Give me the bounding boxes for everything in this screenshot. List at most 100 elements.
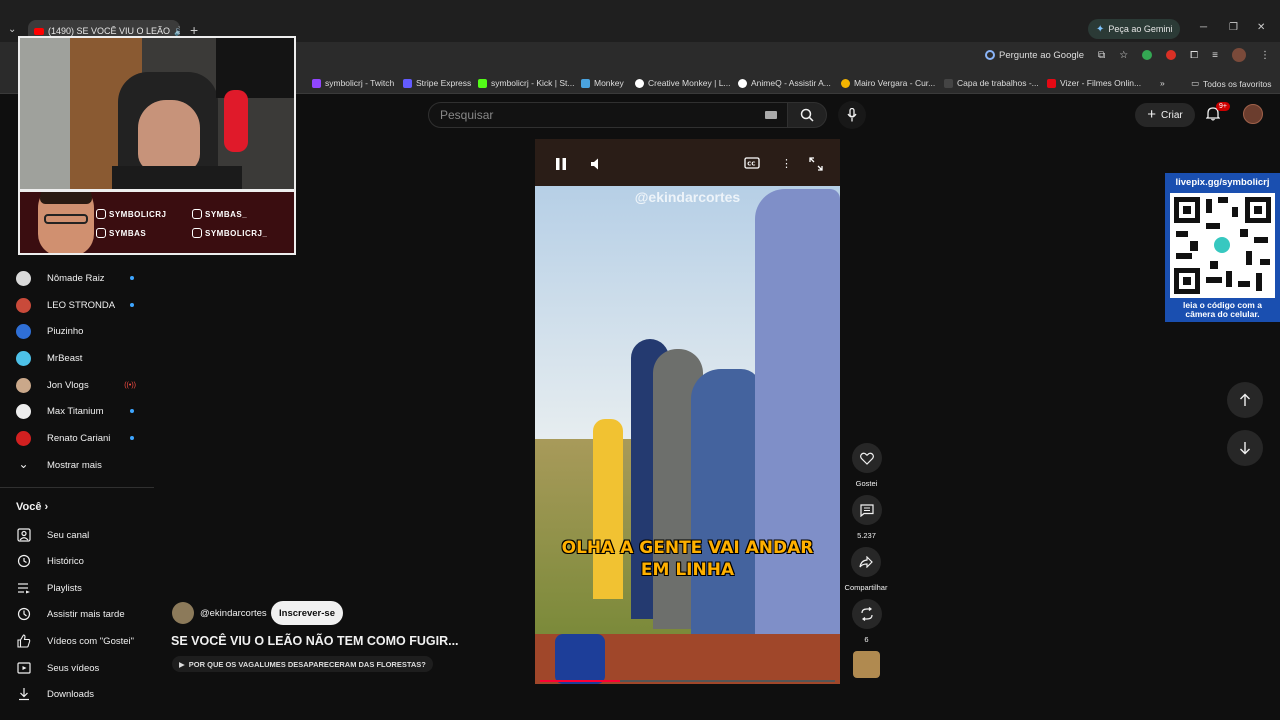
next-short-button[interactable] [1227, 430, 1263, 466]
bookmark-item[interactable]: Monkey [581, 78, 624, 88]
keyboard-icon[interactable] [765, 111, 777, 119]
sidebar-item-subscription[interactable]: Renato Cariani [16, 428, 146, 448]
social-label: SYMBOLICRJ [109, 209, 167, 219]
extensions-puzzle-icon[interactable]: ⧠ [1190, 50, 1198, 61]
sidebar-item-subscription[interactable]: MrBeast [16, 348, 146, 368]
bookmark-item[interactable]: AnimeQ - Assistir A... [738, 78, 831, 88]
sidebar-item-history[interactable]: Histórico [16, 551, 84, 571]
sidebar-item-liked-videos[interactable]: Vídeos com "Gostei" [16, 631, 134, 651]
channel-icon [16, 528, 31, 543]
subscription-name: LEO STRONDA [47, 299, 116, 311]
fullscreen-icon [809, 157, 823, 171]
gemini-button[interactable]: ✦ Peça ao Gemini [1088, 19, 1181, 39]
nav-label: Assistir mais tarde [47, 608, 125, 620]
all-bookmarks-folder[interactable]: ▭ Todos os favoritos [1191, 78, 1272, 89]
like-button[interactable]: Gostei [850, 443, 883, 488]
sidebar-item-downloads[interactable]: Downloads [16, 684, 94, 704]
video-progress-bar[interactable] [540, 680, 835, 682]
svg-text:CC: CC [747, 161, 755, 167]
extension-red-icon[interactable] [1166, 50, 1177, 60]
channel-name[interactable]: @ekindarcortes [200, 608, 267, 619]
chrome-menu-icon[interactable]: ⋮ [1260, 50, 1270, 61]
bookmark-item[interactable]: symbolicrj - Kick | St... [478, 78, 574, 88]
sidebar-item-subscription[interactable]: Jon Vlogs ((•)) [16, 375, 146, 395]
bookmark-label: symbolicrj - Kick | St... [491, 78, 575, 88]
create-button[interactable]: + Criar [1135, 103, 1195, 127]
sidebar-item-subscription[interactable]: Max Titanium [16, 401, 146, 421]
tiktok-handle: SYMBAS_ [192, 209, 247, 219]
sidebar-item-playlists[interactable]: Playlists [16, 578, 82, 598]
channel-avatar[interactable] [172, 602, 194, 624]
avatar [16, 403, 31, 419]
search-button[interactable] [787, 102, 827, 128]
pause-icon [556, 158, 566, 170]
bookmark-item[interactable]: Capa de trabalhos -... [944, 78, 1039, 88]
maximize-button[interactable]: ❐ [1229, 22, 1238, 33]
show-more-button[interactable]: ⌄ Mostrar mais [16, 455, 146, 475]
install-app-icon[interactable]: ⧉ [1098, 50, 1105, 61]
video-title[interactable]: SE VOCÊ VIU O LEÃO NÃO TEM COMO FUGIR... [171, 634, 459, 648]
nav-label: Seus vídeos [47, 662, 100, 674]
microphone-icon [847, 108, 857, 122]
sidebar-item-subscription[interactable]: Nômade Raiz [16, 268, 146, 288]
livepix-logo-icon [1214, 237, 1230, 253]
more-bookmarks-chevron-icon[interactable]: » [1160, 78, 1165, 88]
profile-avatar[interactable] [1232, 48, 1246, 62]
sound-thumbnail[interactable] [853, 651, 880, 678]
fullscreen-button[interactable] [809, 157, 823, 171]
remix-button[interactable]: 6 [850, 599, 883, 644]
bookmark-label: symbolicrj - Twitch [325, 78, 395, 88]
pause-button[interactable] [555, 157, 567, 171]
avatar [16, 270, 31, 286]
volume-button[interactable] [590, 157, 604, 171]
sidebar-item-subscription[interactable]: Piuzinho [16, 321, 146, 341]
sidebar-item-your-channel[interactable]: Seu canal [16, 525, 89, 545]
youtube-favicon-icon [34, 27, 44, 35]
extension-green-icon[interactable] [1142, 50, 1153, 60]
bookmark-star-icon[interactable]: ☆ [1119, 50, 1128, 61]
minimize-button[interactable]: ─ [1200, 22, 1207, 33]
avatar [16, 323, 31, 339]
captions-button[interactable]: CC [744, 157, 760, 169]
related-video-link[interactable]: ▶ POR QUE OS VAGALUMES DESAPARECERAM DAS … [172, 656, 433, 672]
cam-streamer [138, 100, 200, 172]
subscribe-button[interactable]: Inscrever-se [271, 601, 343, 625]
google-lens-icon [985, 50, 995, 60]
play-icon: ▶ [179, 659, 185, 669]
related-video-label: POR QUE OS VAGALUMES DESAPARECERAM DAS F… [188, 659, 426, 669]
gemini-label: Peça ao Gemini [1108, 24, 1173, 34]
watch-later-icon [16, 607, 31, 622]
media-controls-icon[interactable]: ≡ [1212, 50, 1218, 61]
speaker-icon[interactable]: 🔊 [174, 26, 180, 37]
heart-icon [851, 443, 882, 473]
new-content-dot [130, 276, 134, 280]
bookmark-item[interactable]: Vizer - Filmes Onlin... [1047, 78, 1141, 88]
comment-icon [851, 495, 882, 525]
sidebar-item-your-videos[interactable]: Seus vídeos [16, 658, 99, 678]
you-section-label: Você [16, 501, 42, 513]
notifications-button[interactable]: 9+ [1205, 102, 1230, 126]
twitch-icon [96, 209, 106, 219]
shorts-video-player[interactable]: @ekindarcortes OLHA A GENTE VAI ANDAR EM… [535, 139, 840, 684]
you-section-header[interactable]: Você › [16, 501, 48, 513]
user-avatar[interactable] [1243, 104, 1263, 124]
voice-search-button[interactable] [838, 101, 866, 129]
ask-google-button[interactable]: Pergunte ao Google [985, 50, 1084, 61]
comments-button[interactable]: 5.237 [850, 495, 883, 540]
bookmark-item[interactable]: Creative Monkey | L... [635, 78, 731, 88]
more-options-button[interactable]: ⋮ [781, 157, 792, 170]
previous-short-button[interactable] [1227, 382, 1263, 418]
all-bookmarks-label: Todos os favoritos [1203, 78, 1272, 89]
captions-icon: CC [744, 157, 760, 169]
caption-line: EM LINHA [640, 560, 735, 580]
share-button[interactable]: Compartilhar [842, 547, 890, 592]
bookmark-item[interactable]: Stripe Express [403, 78, 471, 88]
sidebar-item-subscription[interactable]: LEO STRONDA [16, 295, 146, 315]
avatar [16, 430, 31, 446]
sidebar-item-watch-later[interactable]: Assistir mais tarde [16, 604, 125, 624]
bookmark-item[interactable]: Mairo Vergara - Cur... [841, 78, 935, 88]
bookmark-item[interactable]: symbolicrj - Twitch [312, 78, 394, 88]
tab-search-chevron-icon[interactable]: ⌄ [8, 24, 16, 35]
search-input[interactable]: Pesquisar [428, 102, 788, 128]
close-window-button[interactable]: ✕ [1257, 22, 1265, 33]
